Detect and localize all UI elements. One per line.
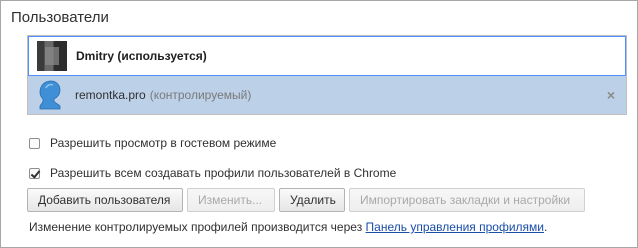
allow-profiles-option[interactable]: Разрешить всем создавать профили пользов…	[29, 166, 396, 180]
button-bar: Добавить пользователя Изменить... Удалит…	[27, 188, 585, 212]
edit-button[interactable]: Изменить...	[187, 188, 275, 212]
add-user-button[interactable]: Добавить пользователя	[27, 188, 183, 212]
guest-browsing-label: Разрешить просмотр в гостевом режиме	[50, 136, 277, 150]
user-row-supervised[interactable]: remontka.pro (контролируемый) ×	[28, 76, 626, 114]
footer-text: Изменение контролируемых профилей произв…	[29, 220, 366, 234]
import-bookmarks-button[interactable]: Импортировать закладки и настройки	[349, 188, 585, 212]
footer-note: Изменение контролируемых профилей произв…	[29, 220, 547, 234]
user-list[interactable]: Dmitry (используется) remontka.pro (контр…	[27, 35, 627, 115]
allow-profiles-checkbox[interactable]	[29, 167, 40, 179]
user-name: Dmitry (используется)	[76, 49, 207, 63]
profile-dashboard-link[interactable]: Панель управления профилями	[366, 220, 544, 234]
allow-profiles-label: Разрешить всем создавать профили пользов…	[50, 166, 397, 180]
footer-end: .	[543, 220, 548, 234]
user-name-text: remontka.pro	[75, 88, 146, 102]
settings-panel: Пользователи Dmitry (используется) remon…	[0, 0, 638, 248]
user-name: remontka.pro (контролируемый)	[75, 88, 251, 102]
user-row-current[interactable]: Dmitry (используется)	[28, 36, 626, 76]
user-status: (контролируемый)	[149, 88, 252, 102]
section-title: Пользователи	[11, 9, 109, 26]
guest-browsing-option[interactable]: Разрешить просмотр в гостевом режиме	[29, 136, 276, 150]
delete-button[interactable]: Удалить	[279, 188, 345, 212]
avatar	[37, 41, 67, 71]
guest-browsing-checkbox[interactable]	[29, 137, 40, 149]
close-icon[interactable]: ×	[604, 88, 618, 102]
person-silhouette-icon	[39, 80, 61, 110]
